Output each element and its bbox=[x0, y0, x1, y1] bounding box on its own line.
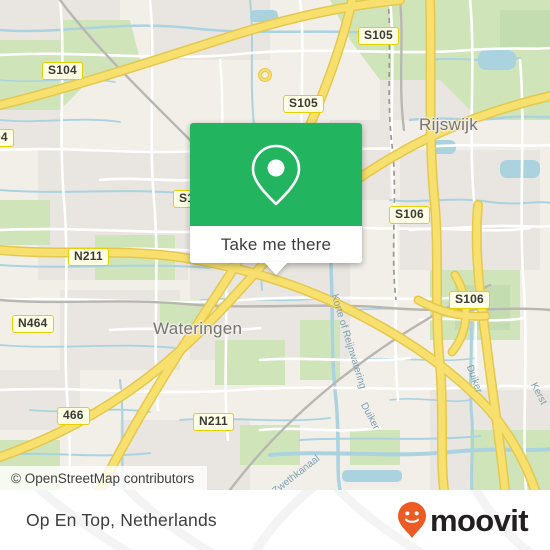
osm-attribution[interactable]: © OpenStreetMap contributors bbox=[0, 466, 208, 490]
road-shield-s106-upper[interactable]: S106 bbox=[389, 206, 430, 224]
road-shield-n211-upper[interactable]: N211 bbox=[68, 248, 109, 266]
road-shield-s104[interactable]: S104 bbox=[42, 62, 83, 80]
road-shield-s105-mid[interactable]: S105 bbox=[283, 95, 324, 113]
moovit-logo: moovit bbox=[397, 501, 529, 539]
location-title: Op En Top, Netherlands bbox=[26, 509, 217, 530]
road-shield-n211-lower[interactable]: N211 bbox=[193, 413, 234, 431]
footer-bar: Op En Top, Netherlands moovit bbox=[0, 490, 550, 550]
map-canvas[interactable]: Rijswijk Wateringen Korte of Reijnwateri… bbox=[0, 0, 550, 490]
popup-cta-label: Take me there bbox=[220, 234, 332, 254]
map-screenshot: Rijswijk Wateringen Korte of Reijnwateri… bbox=[0, 0, 550, 550]
road-shield-466[interactable]: 466 bbox=[57, 407, 90, 425]
place-label-rijswijk: Rijswijk bbox=[419, 115, 479, 134]
location-popup-card[interactable]: Take me there bbox=[190, 123, 362, 275]
place-label-wateringen: Wateringen bbox=[153, 319, 243, 338]
moovit-wordmark: moovit bbox=[429, 502, 529, 538]
popup-tail bbox=[264, 262, 288, 275]
moovit-pin-smile-icon bbox=[397, 502, 426, 538]
road-shield-s105-top[interactable]: S105 bbox=[358, 27, 399, 45]
road-shield-a4-left-edge[interactable]: 04 bbox=[0, 129, 14, 147]
popup-image-placeholder bbox=[190, 123, 362, 226]
map-pin-icon bbox=[251, 144, 301, 205]
popup-cta[interactable]: Take me there bbox=[190, 226, 362, 263]
road-shield-s106-lower[interactable]: S106 bbox=[449, 291, 490, 309]
osm-attribution-text: © OpenStreetMap contributors bbox=[11, 470, 195, 486]
road-shield-n464[interactable]: N464 bbox=[12, 315, 54, 333]
